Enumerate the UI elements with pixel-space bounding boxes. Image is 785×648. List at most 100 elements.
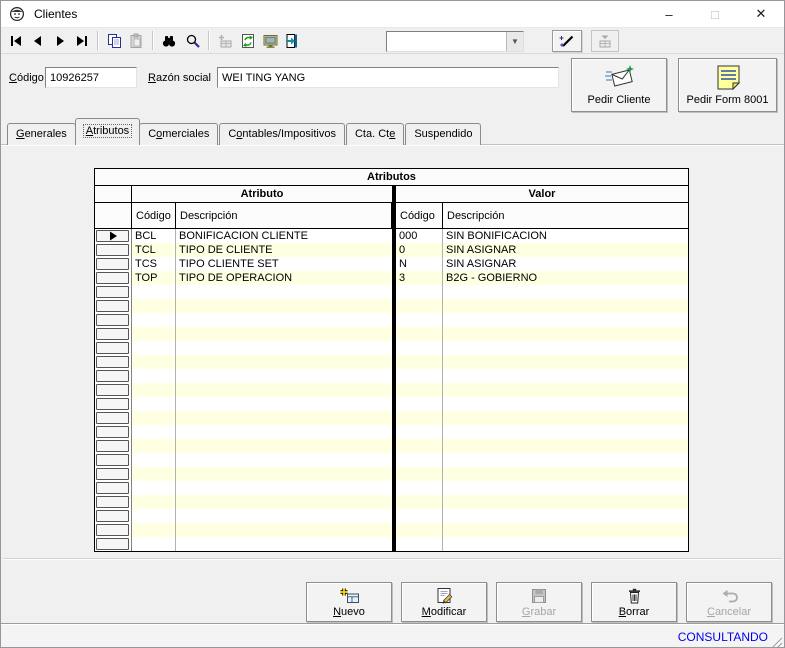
row-selector[interactable] bbox=[95, 523, 132, 537]
tab-atributos[interactable]: Atributos bbox=[75, 118, 140, 145]
pedir-cliente-button[interactable]: Pedir Cliente bbox=[571, 58, 667, 112]
table-row[interactable] bbox=[95, 495, 688, 509]
exit-icon bbox=[284, 33, 300, 49]
table-row[interactable] bbox=[95, 383, 688, 397]
table-view-button[interactable] bbox=[591, 30, 619, 52]
table-row[interactable] bbox=[95, 411, 688, 425]
row-selector[interactable] bbox=[95, 271, 132, 285]
row-selector[interactable] bbox=[95, 411, 132, 425]
maximize-button[interactable]: □ bbox=[692, 1, 738, 27]
first-record-button[interactable] bbox=[5, 30, 27, 52]
table-row[interactable] bbox=[95, 523, 688, 537]
row-selector[interactable] bbox=[95, 285, 132, 299]
wand-button[interactable] bbox=[552, 30, 582, 52]
chevron-down-icon[interactable]: ▼ bbox=[506, 32, 523, 51]
tab-cta-cte[interactable]: Cta. Cte bbox=[346, 123, 404, 145]
row-selector[interactable] bbox=[95, 299, 132, 313]
table-row[interactable] bbox=[95, 481, 688, 495]
group-header-valor: Valor bbox=[396, 186, 688, 202]
cancelar-button[interactable]: Cancelar bbox=[686, 582, 772, 622]
copy-button[interactable] bbox=[103, 30, 125, 52]
table-row[interactable]: TCSTIPO CLIENTE SETNSIN ASIGNAR bbox=[95, 257, 688, 271]
table-row[interactable] bbox=[95, 355, 688, 369]
cell-attr-descripcion bbox=[176, 355, 392, 369]
nuevo-button[interactable]: Nuevo bbox=[306, 582, 392, 622]
find-button[interactable] bbox=[158, 30, 180, 52]
modificar-button[interactable]: Modificar bbox=[401, 582, 487, 622]
toolbar-combobox[interactable]: ▼ bbox=[386, 31, 524, 52]
row-selector[interactable] bbox=[95, 369, 132, 383]
paste-button[interactable] bbox=[125, 30, 147, 52]
razon-social-input[interactable] bbox=[217, 67, 559, 88]
cell-attr-codigo bbox=[132, 467, 176, 481]
resize-grip-icon[interactable] bbox=[769, 634, 783, 648]
tab-suspendido[interactable]: Suspendido bbox=[405, 123, 481, 145]
row-selector[interactable] bbox=[95, 537, 132, 551]
row-selector[interactable] bbox=[95, 467, 132, 481]
row-selector[interactable] bbox=[95, 453, 132, 467]
cell-val-descripcion bbox=[443, 453, 688, 467]
row-selector[interactable] bbox=[95, 327, 132, 341]
table-row[interactable] bbox=[95, 439, 688, 453]
row-selector[interactable] bbox=[95, 439, 132, 453]
first-record-icon bbox=[8, 33, 24, 49]
minimize-button[interactable]: – bbox=[646, 1, 692, 27]
row-selector[interactable] bbox=[95, 481, 132, 495]
table-row[interactable] bbox=[95, 299, 688, 313]
row-selector[interactable] bbox=[95, 509, 132, 523]
row-selector[interactable] bbox=[95, 257, 132, 271]
table-row[interactable] bbox=[95, 509, 688, 523]
cell-attr-codigo bbox=[132, 299, 176, 313]
cell-attr-descripcion bbox=[176, 313, 392, 327]
table-row[interactable] bbox=[95, 327, 688, 341]
cell-attr-codigo bbox=[132, 397, 176, 411]
row-selector[interactable] bbox=[95, 341, 132, 355]
add-record-button[interactable] bbox=[214, 30, 236, 52]
table-row[interactable] bbox=[95, 369, 688, 383]
save-icon bbox=[530, 587, 548, 605]
previous-record-button[interactable] bbox=[27, 30, 49, 52]
row-selector[interactable] bbox=[95, 495, 132, 509]
codigo-input[interactable] bbox=[45, 67, 137, 88]
tab-contables-impositivos[interactable]: Contables/Impositivos bbox=[219, 123, 345, 145]
cell-val-codigo bbox=[396, 495, 443, 509]
refresh-button[interactable] bbox=[237, 30, 259, 52]
row-selector[interactable] bbox=[95, 383, 132, 397]
cell-attr-codigo bbox=[132, 453, 176, 467]
table-row[interactable]: BCLBONIFICACION CLIENTE000SIN BONIFICACI… bbox=[95, 229, 688, 243]
row-selector[interactable] bbox=[95, 425, 132, 439]
tab-generales[interactable]: Generales bbox=[7, 123, 76, 145]
row-selector[interactable] bbox=[95, 243, 132, 257]
row-selector[interactable] bbox=[95, 313, 132, 327]
tab-comerciales[interactable]: Comerciales bbox=[139, 123, 218, 145]
table-row[interactable] bbox=[95, 537, 688, 551]
table-row[interactable] bbox=[95, 285, 688, 299]
row-selector[interactable] bbox=[95, 397, 132, 411]
last-record-button[interactable] bbox=[71, 30, 93, 52]
cell-val-codigo bbox=[396, 397, 443, 411]
cell-val-descripcion bbox=[443, 285, 688, 299]
zoom-button[interactable] bbox=[182, 30, 204, 52]
grabar-button[interactable]: Grabar bbox=[496, 582, 582, 622]
table-row[interactable] bbox=[95, 341, 688, 355]
close-button[interactable]: ✕ bbox=[738, 1, 784, 27]
table-row[interactable] bbox=[95, 425, 688, 439]
table-row[interactable] bbox=[95, 397, 688, 411]
table-row[interactable]: TOPTIPO DE OPERACION3B2G - GOBIERNO bbox=[95, 271, 688, 285]
table-row[interactable] bbox=[95, 313, 688, 327]
table-row[interactable] bbox=[95, 467, 688, 481]
table-row[interactable] bbox=[95, 453, 688, 467]
pedir-form-8001-button[interactable]: Pedir Form 8001 bbox=[678, 58, 777, 112]
monitor-button[interactable] bbox=[259, 30, 281, 52]
table-row[interactable]: TCLTIPO DE CLIENTE0SIN ASIGNAR bbox=[95, 243, 688, 257]
cell-val-descripcion bbox=[443, 383, 688, 397]
cell-attr-codigo: TCS bbox=[132, 257, 176, 271]
row-selector[interactable] bbox=[95, 229, 132, 243]
window-title: Clientes bbox=[34, 7, 77, 21]
next-record-button[interactable] bbox=[49, 30, 71, 52]
toolbar-combobox-input[interactable] bbox=[387, 32, 506, 51]
exit-button[interactable] bbox=[281, 30, 303, 52]
borrar-button[interactable]: Borrar bbox=[591, 582, 677, 622]
cell-attr-codigo bbox=[132, 341, 176, 355]
row-selector[interactable] bbox=[95, 355, 132, 369]
